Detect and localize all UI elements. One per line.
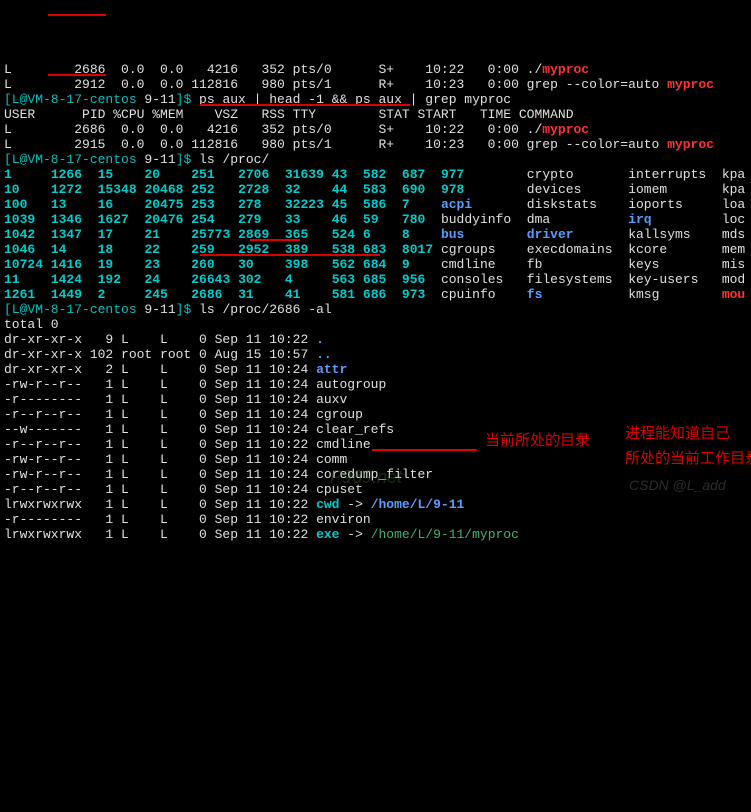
annotation-self-aware-1: 进程能知道自己 [625, 427, 730, 442]
ls-row: dr-xr-xr-x 102 root root 0 Aug 15 10:57 … [4, 347, 747, 362]
annotation-self-aware-2: 所处的当前工作目录 [625, 452, 751, 467]
underline-cwd-target [372, 449, 477, 451]
proc-row: 1042 1347 17 21 25773 2869 365 524 6 8 b… [4, 227, 747, 242]
ls-row: lrwxrwxrwx 1 L L 0 Sep 11 10:22 exe -> /… [4, 527, 747, 542]
ps-row: L 2915 0.0 0.0 112816 980 pts/1 R+ 10:23… [4, 137, 747, 152]
ls-row: dr-xr-xr-x 9 L L 0 Sep 11 10:22 . [4, 332, 747, 347]
ls-row: -r-------- 1 L L 0 Sep 11 10:22 environ [4, 512, 747, 527]
ps-row: L 2912 0.0 0.0 112816 980 pts/1 R+ 10:23… [4, 77, 747, 92]
ls-row: -r-------- 1 L L 0 Sep 11 10:24 auxv [4, 392, 747, 407]
prompt-2[interactable]: [L@VM-8-17-centos 9-11]$ ls /proc/ [4, 152, 747, 167]
prompt-3[interactable]: [L@VM-8-17-centos 9-11]$ ls /proc/2686 -… [4, 302, 747, 317]
proc-row: 1261 1449 2 245 2686 31 41 581 686 973 c… [4, 287, 747, 302]
proc-row: 10 1272 15348 20468 252 2728 32 44 583 6… [4, 182, 747, 197]
proc-row: 1 1266 15 20 251 2706 31639 43 582 687 9… [4, 167, 747, 182]
annotation-cwd-label: 当前所处的目录 [485, 434, 590, 449]
ls-row: -rw-r--r-- 1 L L 0 Sep 11 10:24 autogrou… [4, 377, 747, 392]
ps-row: L 2686 0.0 0.0 4216 352 pts/0 S+ 10:22 0… [4, 62, 747, 77]
ps-header: USER PID %CPU %MEM VSZ RSS TTY STAT STAR… [4, 107, 747, 122]
underline-ls-proc [200, 104, 410, 106]
ls-total: total 0 [4, 317, 747, 332]
ls-row: -r--r--r-- 1 L L 0 Sep 11 10:24 cgroup [4, 407, 747, 422]
underline-pid-2686-top [48, 14, 106, 16]
proc-row: 10724 1416 19 23 260 30 398 562 684 9 cm… [4, 257, 747, 272]
proc-row: 1039 1346 1627 20476 254 279 33 46 59 78… [4, 212, 747, 227]
proc-row: 100 13 16 20475 253 278 32223 45 586 7 a… [4, 197, 747, 212]
proc-row: 11 1424 192 24 26643 302 4 563 685 956 c… [4, 272, 747, 287]
ls-row: lrwxrwxrwx 1 L L 0 Sep 11 10:22 cwd -> /… [4, 497, 747, 512]
ls-row: dr-xr-xr-x 2 L L 0 Sep 11 10:24 attr [4, 362, 747, 377]
watermark-csdn: CSDN @L_add [629, 478, 726, 493]
underline-2686-dir [250, 239, 300, 241]
underline-ls-al [200, 254, 380, 256]
ps-row: L 2686 0.0 0.0 4216 352 pts/0 S+ 10:22 0… [4, 122, 747, 137]
underline-pid-2686-mid [48, 74, 106, 76]
watermark-domain: P969.net [330, 470, 402, 485]
